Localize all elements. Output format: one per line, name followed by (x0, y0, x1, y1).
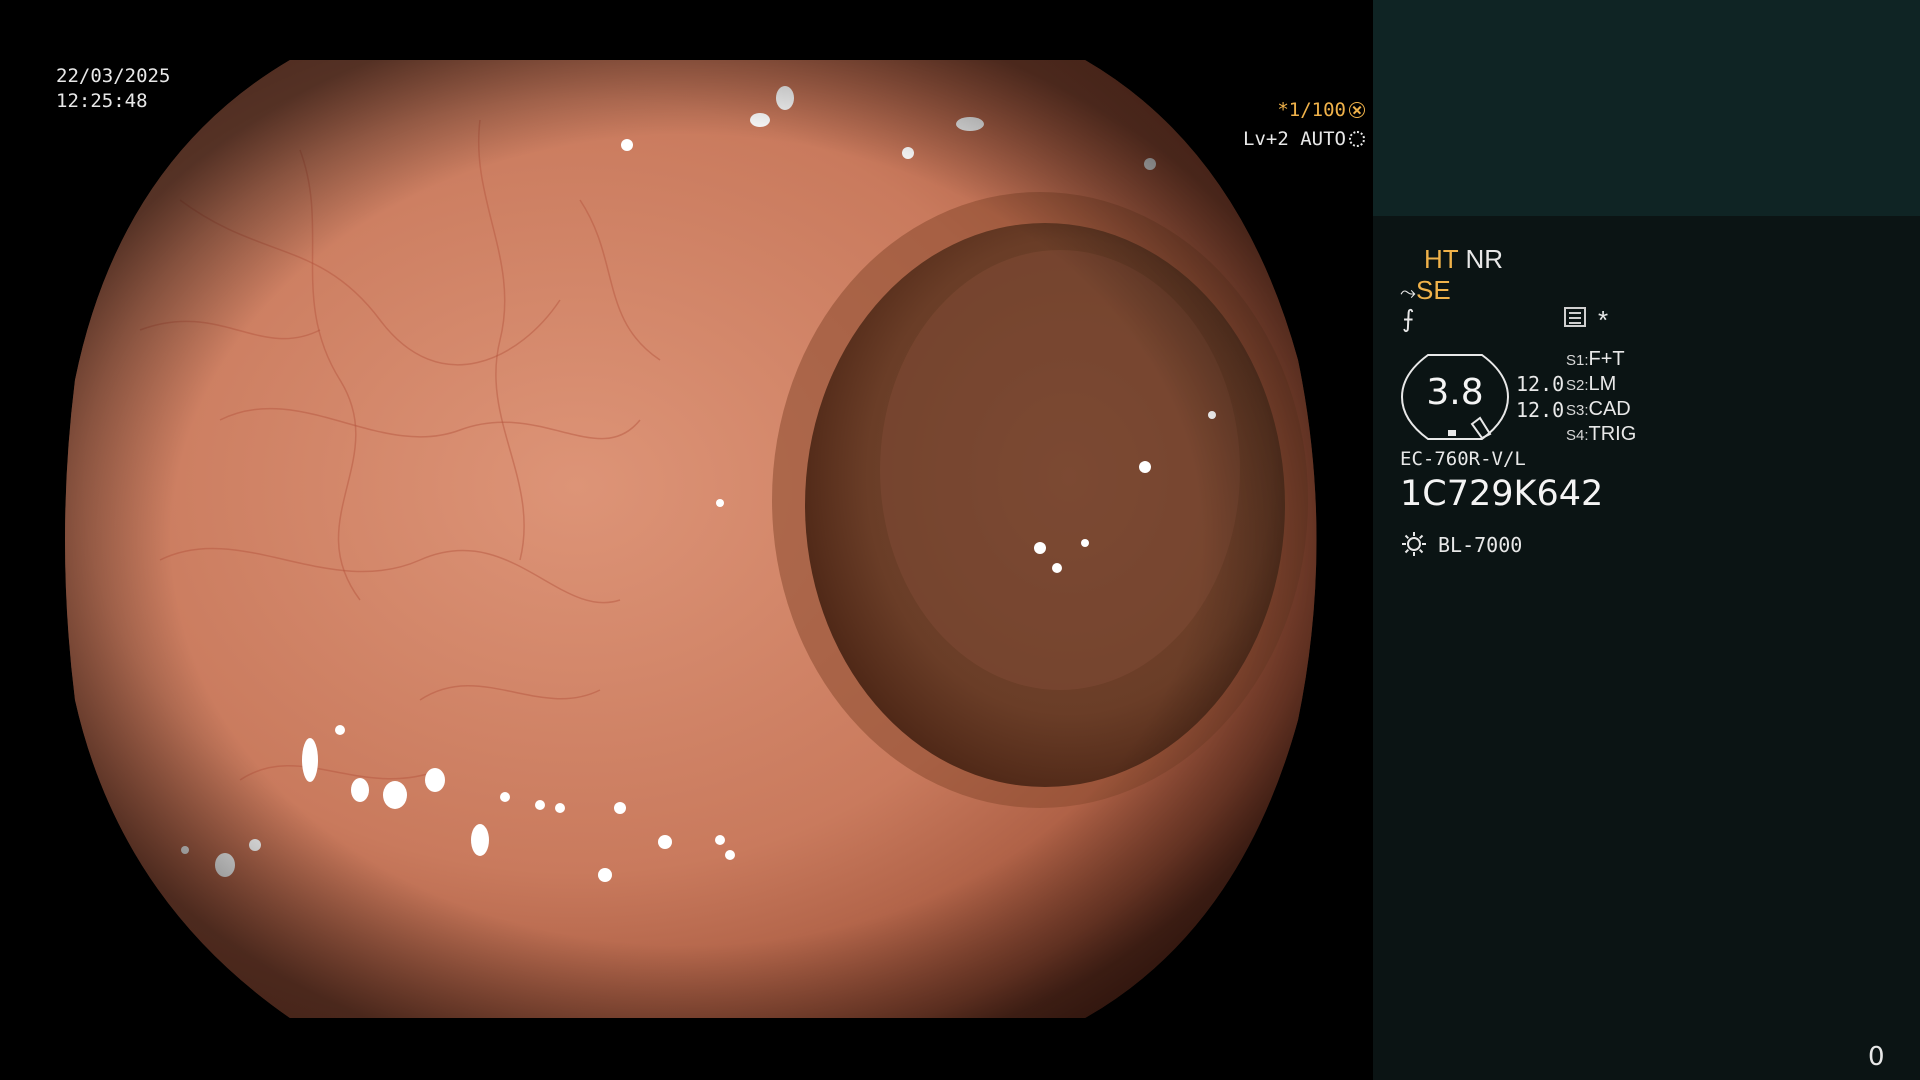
value-lower: 12.0 (1516, 398, 1565, 422)
date-time-overlay: 22/03/2025 12:25:48 (56, 64, 170, 114)
star-indicator: * (1598, 305, 1609, 335)
se-status: ⤳SE (1400, 275, 1451, 306)
gamma-icon: ⨍ (1402, 306, 1415, 333)
endoscope-view (0, 0, 1373, 1080)
switch-value: LM (1588, 373, 1617, 395)
frame-counter: 0 (1868, 1042, 1885, 1072)
switch-key: S2: (1566, 377, 1589, 394)
se-label: SE (1416, 275, 1451, 305)
level-text: Lv+2 AUTO (1243, 128, 1346, 150)
enhance-curve-icon: ⤳ (1400, 282, 1416, 304)
exposure-text: *1/100 (1277, 99, 1346, 121)
scope-model: EC-760R-V/L (1400, 448, 1526, 470)
ht-label: HT (1424, 244, 1459, 274)
switch-s1: S1:F+T (1566, 348, 1625, 371)
menu-list-icon (1564, 307, 1586, 327)
light-source-label: BL-7000 (1438, 533, 1523, 557)
switch-key: S4: (1566, 427, 1589, 444)
time-text: 12:25:48 (56, 90, 148, 112)
brightness-level-indicator: Lv+2 AUTO (1243, 128, 1365, 150)
shutter-icon (1349, 102, 1365, 118)
gauge-value: 3.8 (1426, 372, 1484, 413)
iris-icon (1349, 131, 1365, 147)
shutter-indicator: *1/100 (1277, 99, 1365, 121)
switch-key: S1: (1566, 352, 1589, 369)
endoscope-image (65, 60, 1317, 1018)
switch-value: TRIG (1588, 423, 1637, 445)
date-text: 22/03/2025 (56, 65, 171, 87)
switch-s4: S4:TRIG (1566, 423, 1636, 446)
value-upper: 12.0 (1516, 372, 1565, 396)
switch-key: S3: (1566, 402, 1589, 419)
scope-serial: 1C729K642 (1400, 474, 1604, 514)
switch-s2: S2:LM (1566, 373, 1616, 396)
patient-info-area (1373, 0, 1920, 216)
switch-value: F+T (1588, 348, 1625, 370)
ht-nr-status: HT NR (1424, 244, 1503, 275)
nr-label: NR (1465, 244, 1503, 274)
switch-value: CAD (1588, 398, 1631, 420)
light-source-icon (1402, 532, 1426, 556)
switch-s3: S3:CAD (1566, 398, 1631, 421)
